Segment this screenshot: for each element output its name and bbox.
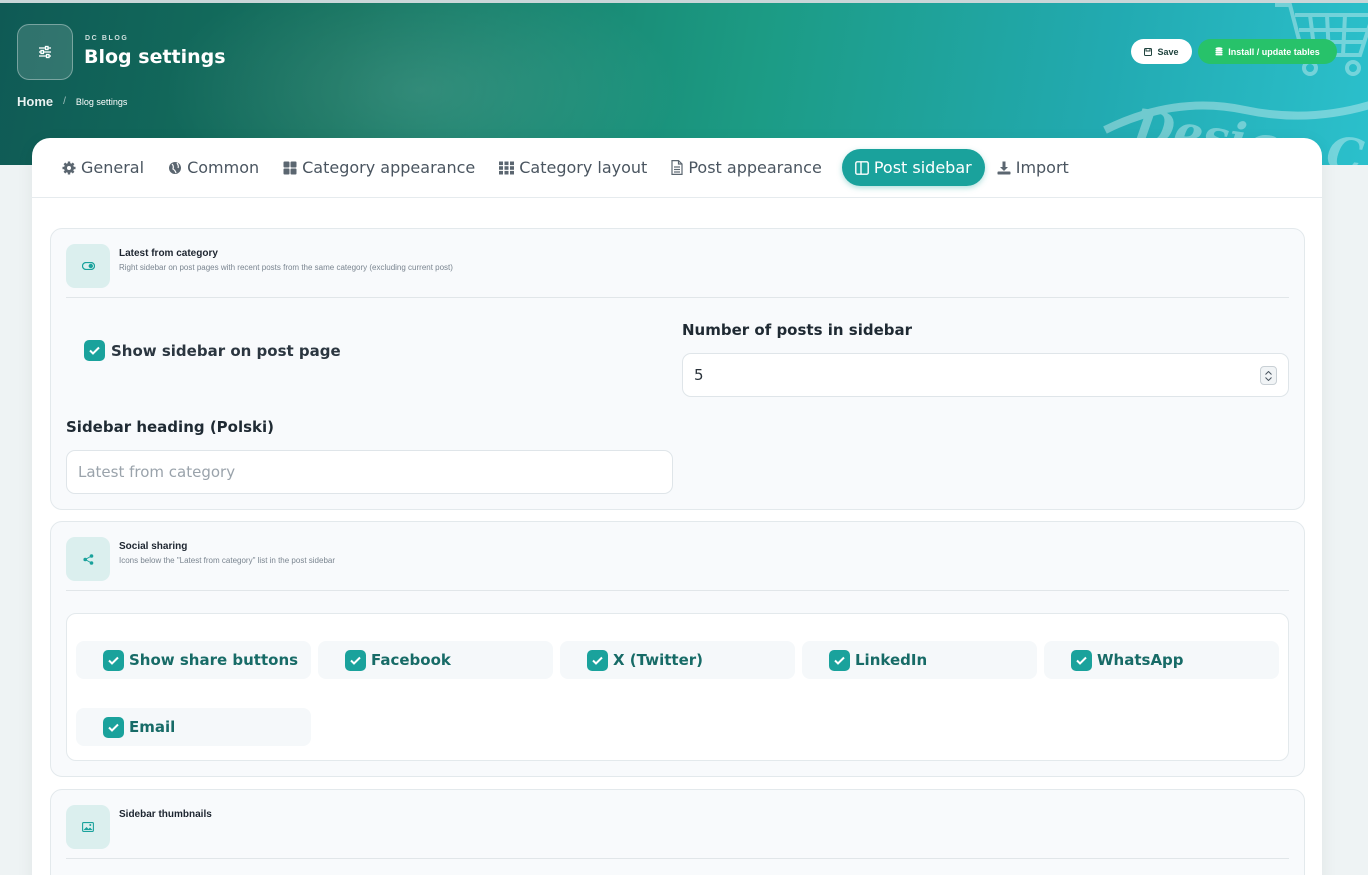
tab-label: Category layout: [519, 158, 648, 177]
grid-icon: [283, 161, 297, 174]
tab-label: Post appearance: [688, 158, 822, 177]
social-sharing-panel: Social sharing Icons below the "Latest f…: [50, 521, 1305, 777]
chevron-up-icon: [1265, 370, 1272, 375]
columns-icon: [854, 160, 869, 175]
check-icon: [829, 649, 850, 671]
panel-description: Icons below the "Latest from category" l…: [119, 556, 336, 565]
download-icon: [997, 161, 1011, 174]
tab-category-layout[interactable]: Category layout: [495, 149, 659, 186]
panel-header: Social sharing Icons below the "Latest f…: [66, 537, 1289, 591]
option-label: WhatsApp: [1097, 651, 1184, 669]
facebook-checkbox[interactable]: Facebook: [318, 641, 553, 679]
page-title: Blog settings: [84, 46, 226, 68]
globe-icon: [169, 161, 182, 174]
tab-category-appearance[interactable]: Category appearance: [279, 149, 487, 186]
option-label: LinkedIn: [855, 651, 928, 669]
x-twitter-checkbox[interactable]: X (Twitter): [560, 641, 795, 679]
install-button-label: Install / update tables: [1228, 46, 1320, 57]
check-icon: [84, 340, 105, 361]
check-icon: [1071, 649, 1092, 671]
tab-post-sidebar[interactable]: Post sidebar: [841, 149, 985, 186]
num-posts-input[interactable]: 5: [682, 353, 1289, 397]
share-icon: [66, 537, 110, 581]
check-icon: [345, 649, 366, 671]
sidebar-heading-input[interactable]: Latest from category: [66, 450, 673, 494]
gear-icon: [62, 161, 76, 174]
tab-label: Import: [1015, 158, 1069, 177]
panel-title: Latest from category: [119, 248, 218, 259]
tab-general[interactable]: General: [58, 149, 156, 186]
settings-card: General Common Category appearance Categ…: [32, 138, 1322, 875]
latest-from-category-panel: Latest from category Right sidebar on po…: [50, 228, 1305, 510]
sidebar-heading-placeholder: Latest from category: [78, 463, 236, 481]
save-button-label: Save: [1157, 46, 1179, 57]
grid-dots-icon: [499, 161, 515, 174]
database-icon: [1215, 47, 1223, 56]
tab-common[interactable]: Common: [164, 149, 271, 186]
breadcrumb-home[interactable]: Home: [17, 94, 53, 109]
tab-label: Post sidebar: [873, 158, 972, 177]
check-icon: [587, 649, 608, 671]
install-update-tables-button[interactable]: Install / update tables: [1198, 39, 1337, 64]
share-options-box: Show share buttons Facebook X (Twitter) …: [66, 613, 1289, 761]
breadcrumb-current: Blog settings: [75, 96, 128, 107]
app-eyebrow: DC BLOG: [85, 35, 129, 42]
email-checkbox[interactable]: Email: [76, 708, 311, 746]
chevron-down-icon: [1265, 376, 1272, 381]
sidebar-thumbnails-panel: Sidebar thumbnails: [50, 789, 1305, 875]
whatsapp-checkbox[interactable]: WhatsApp: [1044, 641, 1279, 679]
toggle-icon: [66, 244, 110, 288]
check-icon: [103, 716, 124, 738]
panel-title: Social sharing: [119, 541, 188, 552]
option-label: X (Twitter): [613, 651, 703, 669]
tab-import[interactable]: Import: [993, 149, 1081, 186]
show-sidebar-checkbox[interactable]: Show sidebar on post page: [84, 340, 341, 361]
breadcrumb: Home / Blog settings: [17, 94, 127, 109]
breadcrumb-separator: /: [63, 96, 66, 107]
sidebar-heading-label: Sidebar heading (Polski): [66, 418, 275, 436]
show-share-buttons-checkbox[interactable]: Show share buttons: [76, 641, 311, 679]
linkedin-checkbox[interactable]: LinkedIn: [802, 641, 1037, 679]
option-label: Facebook: [371, 651, 451, 669]
panel-title: Sidebar thumbnails: [119, 809, 212, 820]
number-stepper[interactable]: [1260, 366, 1277, 385]
option-label: Show share buttons: [129, 651, 299, 669]
settings-tabs: General Common Category appearance Categ…: [32, 138, 1322, 198]
show-sidebar-label: Show sidebar on post page: [111, 341, 341, 360]
num-posts-label: Number of posts in sidebar: [682, 321, 913, 339]
file-icon: [671, 160, 683, 175]
tab-label: General: [81, 158, 145, 177]
panel-header: Sidebar thumbnails: [66, 805, 1289, 859]
tab-label: Category appearance: [302, 158, 476, 177]
num-posts-value: 5: [694, 366, 704, 384]
check-icon: [103, 649, 124, 671]
image-icon: [66, 805, 110, 849]
floppy-icon: [1144, 47, 1153, 56]
sliders-icon: [17, 24, 73, 80]
save-button[interactable]: Save: [1131, 39, 1192, 64]
panel-description: Right sidebar on post pages with recent …: [119, 263, 453, 272]
panel-header: Latest from category Right sidebar on po…: [66, 244, 1289, 298]
option-label: Email: [129, 718, 176, 736]
tab-post-appearance[interactable]: Post appearance: [667, 149, 834, 186]
tab-label: Common: [187, 158, 260, 177]
